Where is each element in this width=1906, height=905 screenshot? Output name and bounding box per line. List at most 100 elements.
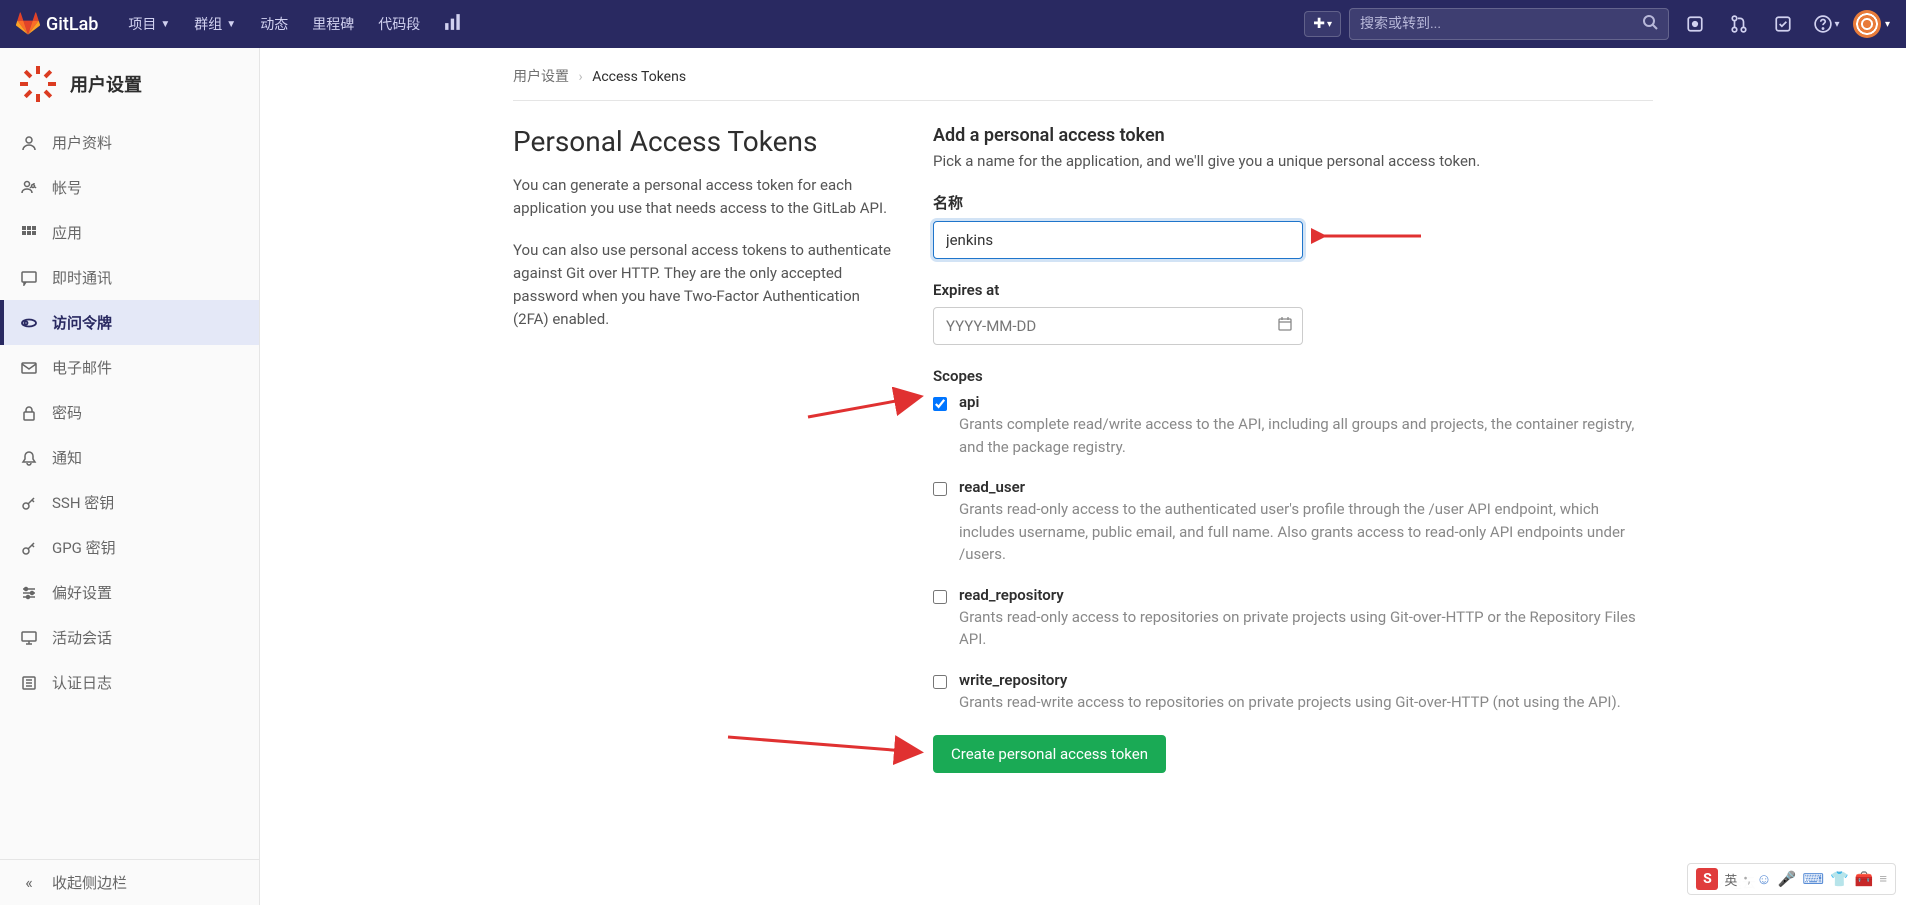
scope-read_repository: read_repositoryGrants read-only access t… [933, 586, 1653, 651]
scope-checkbox-read_repository[interactable] [933, 590, 947, 604]
scope-checkbox-read_user[interactable] [933, 482, 947, 496]
breadcrumb-root[interactable]: 用户设置 [513, 69, 569, 85]
nav-milestone[interactable]: 里程碑 [300, 0, 366, 48]
account-icon [20, 179, 38, 197]
sidebar-item-access-tokens[interactable]: 访问令牌 [0, 300, 259, 345]
ime-lang[interactable]: 英 [1724, 870, 1737, 889]
issues-icon[interactable] [1677, 6, 1713, 42]
brand-text: GitLab [46, 14, 98, 35]
form-subheading: Pick a name for the application, and we'… [933, 152, 1653, 170]
scope-read_user: read_user Grants read-only access to the … [933, 478, 1653, 566]
ime-toolbar: S 英 •, ☺ 🎤 ⌨ 👕 🧰 ≡ [1687, 863, 1896, 895]
skin-icon[interactable]: 👕 [1830, 870, 1849, 888]
ime-logo-icon: S [1696, 868, 1718, 890]
scope-write_repository: write_repository Grants read-write access… [933, 671, 1653, 714]
toolbox-icon[interactable]: 🧰 [1855, 870, 1874, 888]
gitlab-icon [16, 12, 40, 36]
nav-snippet[interactable]: 代码段 [366, 0, 432, 48]
sidebar-item-chat[interactable]: 即时通讯 [0, 255, 259, 300]
annotation-arrow [1311, 218, 1431, 258]
nav-right: ✚▾ ▾ ▾ [1304, 6, 1890, 42]
scope-name: api [959, 393, 1653, 411]
sidebar-collapse[interactable]: «收起侧边栏 [0, 859, 259, 905]
sidebar-item-emails[interactable]: 电子邮件 [0, 345, 259, 390]
scope-name: read_repository [959, 586, 1653, 604]
description-paragraph: You can generate a personal access token… [513, 174, 893, 221]
nav-analytics[interactable] [432, 0, 474, 48]
user-menu[interactable]: ▾ [1853, 10, 1890, 38]
search-icon [1642, 14, 1658, 34]
sidebar-item-password[interactable]: 密码 [0, 390, 259, 435]
calendar-icon[interactable] [1277, 316, 1293, 336]
scope-description: Grants read-only access to the authentic… [959, 498, 1653, 566]
plus-icon: ✚ [1313, 16, 1325, 32]
scope-api: api Grants complete read/write access to … [933, 393, 1653, 458]
scope-checkbox-api[interactable] [933, 397, 947, 411]
chevron-down-icon: ▾ [1885, 19, 1890, 30]
user-icon [20, 134, 38, 152]
description-paragraph: You can also use personal access tokens … [513, 239, 893, 332]
name-label: 名称 [933, 192, 1653, 213]
mic-icon[interactable]: 🎤 [1778, 870, 1797, 888]
scope-description: Grants read-write access to repositories… [959, 691, 1653, 714]
scope-description: Grants complete read/write access to the… [959, 413, 1653, 458]
chevron-down-icon: ▼ [226, 19, 236, 30]
email-icon [20, 359, 38, 377]
list-icon [20, 674, 38, 692]
sidebar-item-audit-log[interactable]: 认证日志 [0, 660, 259, 705]
gitlab-logo[interactable]: GitLab [16, 12, 98, 36]
scope-name: write_repository [959, 671, 1653, 689]
sidebar-item-ssh-keys[interactable]: SSH 密钥 [0, 480, 259, 525]
sidebar-item-account[interactable]: 帐号 [0, 165, 259, 210]
token-icon [20, 314, 38, 332]
scopes-label: Scopes [933, 367, 1653, 385]
scope-checkbox-write_repository[interactable] [933, 675, 947, 689]
breadcrumb-separator: › [578, 69, 582, 85]
merge-request-icon[interactable] [1721, 6, 1757, 42]
form-heading: Add a personal access token [933, 125, 1653, 146]
key-icon [20, 539, 38, 557]
keyboard-icon[interactable]: ⌨ [1802, 870, 1824, 888]
avatar [1853, 10, 1881, 38]
chevron-down-icon: ▾ [1327, 19, 1332, 30]
scope-name: read_user [959, 478, 1653, 496]
name-input[interactable] [933, 221, 1303, 259]
chart-icon [444, 13, 462, 35]
nav-project[interactable]: 项目▼ [116, 0, 182, 48]
sidebar-item-notifications[interactable]: 通知 [0, 435, 259, 480]
chevron-down-icon: ▼ [160, 19, 170, 30]
chevron-left-icon: « [20, 874, 38, 892]
key-icon [20, 494, 38, 512]
page-title: Personal Access Tokens [513, 125, 893, 158]
gear-cluster-icon [18, 64, 58, 104]
chevron-down-icon: ▾ [1834, 19, 1839, 30]
help-icon[interactable]: ▾ [1809, 6, 1845, 42]
sidebar-header: 用户设置 [0, 48, 259, 120]
nav-activity[interactable]: 动态 [248, 0, 300, 48]
top-navbar: GitLab 项目▼ 群组▼ 动态 里程碑 代码段 ✚▾ ▾ ▾ [0, 0, 1906, 48]
sidebar-item-profile[interactable]: 用户资料 [0, 120, 259, 165]
create-token-button[interactable]: Create personal access token [933, 735, 1166, 773]
sidebar-item-gpg-keys[interactable]: GPG 密钥 [0, 525, 259, 570]
bell-icon [20, 449, 38, 467]
monitor-icon [20, 629, 38, 647]
expires-label: Expires at [933, 281, 1653, 299]
sidebar-title: 用户设置 [70, 71, 142, 97]
ime-menu-icon[interactable]: ≡ [1879, 871, 1887, 887]
sidebar-item-preferences[interactable]: 偏好设置 [0, 570, 259, 615]
expires-input[interactable] [933, 307, 1303, 345]
smile-icon[interactable]: ☺ [1756, 870, 1771, 888]
search-input[interactable] [1360, 16, 1642, 32]
sidebar-item-applications[interactable]: 应用 [0, 210, 259, 255]
lock-icon [20, 404, 38, 422]
breadcrumb: 用户设置 › Access Tokens [513, 60, 1653, 101]
main-content: 用户设置 › Access Tokens Personal Access Tok… [260, 48, 1906, 905]
nav-group[interactable]: 群组▼ [182, 0, 248, 48]
create-new-button[interactable]: ✚▾ [1304, 11, 1341, 37]
nav-items: 项目▼ 群组▼ 动态 里程碑 代码段 [116, 0, 474, 48]
todos-icon[interactable] [1765, 6, 1801, 42]
search-box[interactable] [1349, 8, 1669, 40]
apps-icon [20, 224, 38, 242]
sidebar: 用户设置 用户资料 帐号 应用 即时通讯 访问令牌 电子邮件 密码 通知 SSH… [0, 48, 260, 905]
sidebar-item-sessions[interactable]: 活动会话 [0, 615, 259, 660]
